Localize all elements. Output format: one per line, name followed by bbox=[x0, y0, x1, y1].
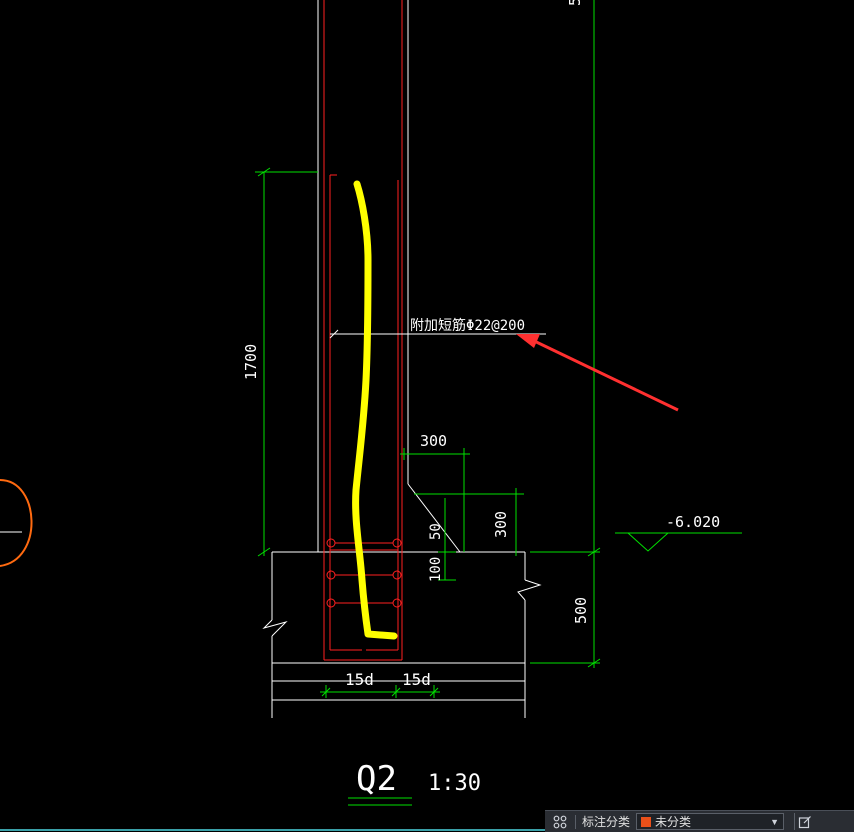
category-dropdown-value: 未分类 bbox=[655, 815, 692, 829]
separator bbox=[575, 814, 576, 829]
dim-50: 50 bbox=[428, 523, 444, 540]
dim-top-partial: 50 bbox=[566, 0, 584, 6]
dimension-lines bbox=[255, 0, 742, 698]
dim-100: 100 bbox=[428, 557, 444, 582]
chevron-down-icon: ▼ bbox=[770, 816, 780, 827]
dim-300-vertical: 300 bbox=[492, 511, 510, 538]
dim-15d-right: 15d bbox=[402, 670, 431, 689]
dim-1700: 1700 bbox=[242, 344, 260, 380]
category-dropdown[interactable]: 未分类 ▼ bbox=[636, 813, 785, 830]
scale-label: 1:30 bbox=[428, 771, 481, 796]
yellow-highlight-stroke bbox=[352, 180, 398, 640]
elevation-label: -6.020 bbox=[666, 513, 720, 531]
category-label: 标注分类 bbox=[582, 815, 631, 829]
category-color-swatch bbox=[641, 816, 652, 827]
section-title: Q2 bbox=[356, 759, 397, 799]
orange-circle-markup bbox=[0, 479, 33, 567]
dim-500: 500 bbox=[572, 597, 590, 624]
rebar-annotation: 附加短筋Φ22@200 bbox=[410, 317, 525, 334]
red-arrow-icon bbox=[516, 334, 679, 412]
edit-icon[interactable] bbox=[794, 813, 815, 830]
bottom-accent-line bbox=[0, 829, 545, 831]
grid-icon[interactable] bbox=[551, 814, 569, 830]
cad-drawing-canvas[interactable]: 50 1700 附加短筋Φ22@200 300 300 50 100 500 -… bbox=[0, 0, 854, 832]
title-underline bbox=[348, 797, 412, 806]
dim-300-horizontal: 300 bbox=[420, 432, 447, 450]
dim-15d-left: 15d bbox=[345, 670, 374, 689]
annotation-category-bar: 标注分类 未分类 ▼ bbox=[545, 810, 854, 832]
